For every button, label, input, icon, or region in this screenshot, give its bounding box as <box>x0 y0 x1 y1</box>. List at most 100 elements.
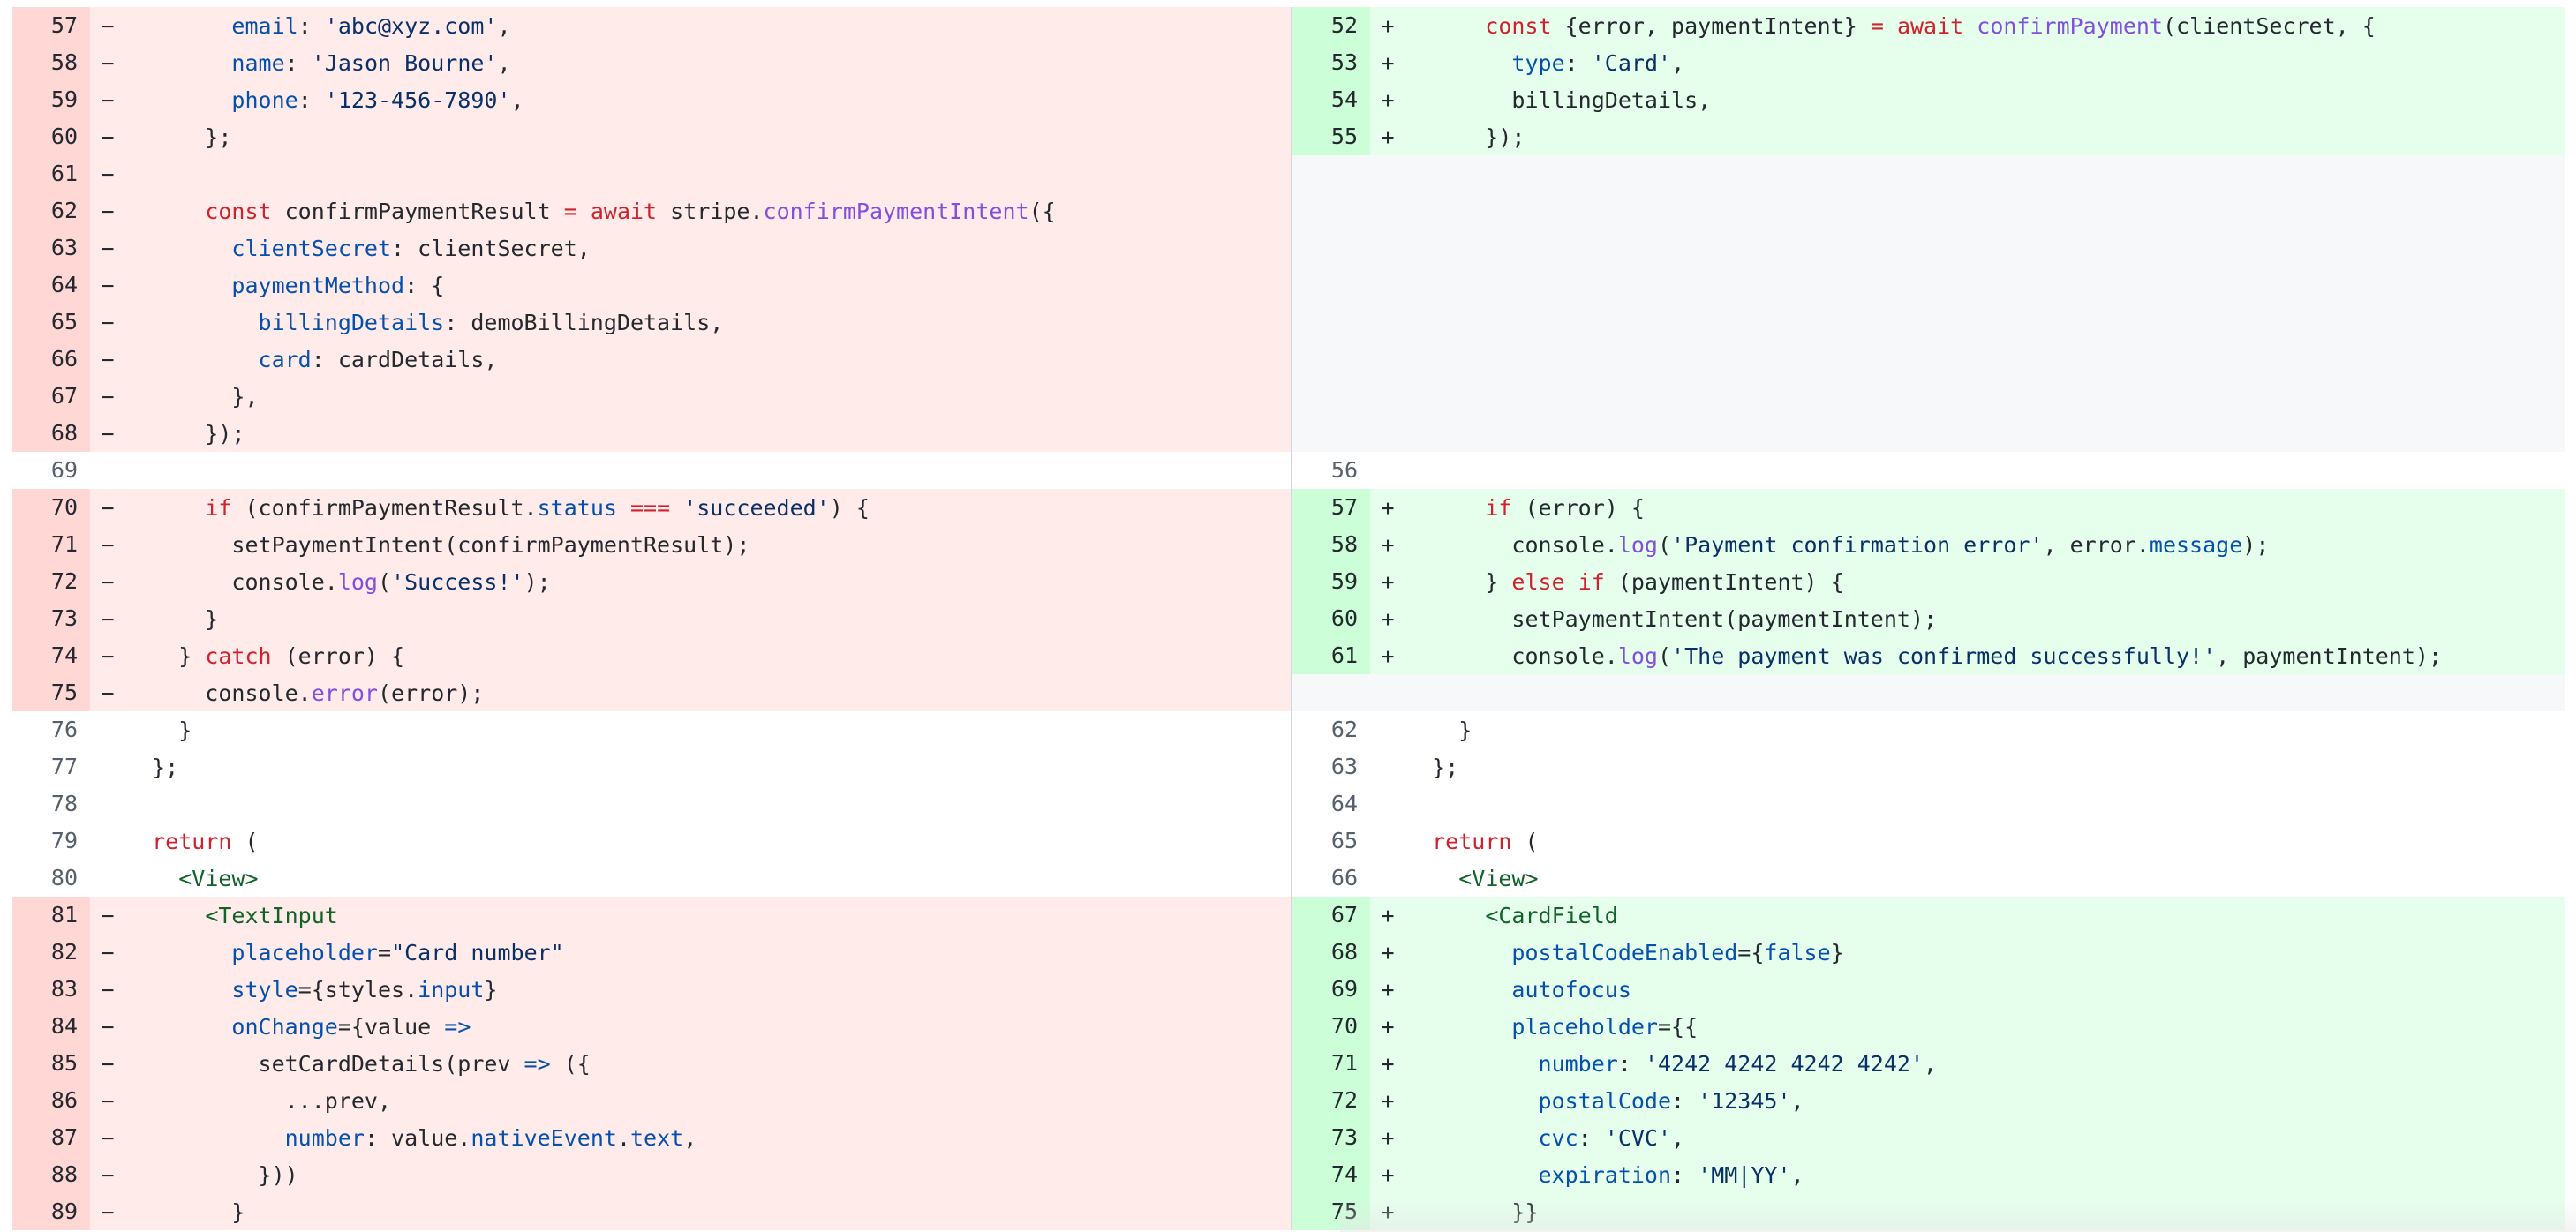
code-token: ); <box>523 568 551 595</box>
line-number[interactable]: 68 <box>12 415 90 452</box>
line-number[interactable]: 68 <box>1292 934 1370 971</box>
line-number[interactable]: 71 <box>12 526 90 563</box>
line-number[interactable]: 53 <box>1292 44 1370 81</box>
line-number[interactable]: 59 <box>12 81 90 118</box>
code-token: name <box>231 49 285 76</box>
addition-marker: + <box>1381 1198 1395 1225</box>
line-number[interactable]: 60 <box>1292 600 1370 637</box>
line-number[interactable]: 61 <box>12 155 90 192</box>
line-number[interactable]: 67 <box>1292 897 1370 934</box>
line-number[interactable]: 52 <box>1292 7 1370 44</box>
code-token: paymentMethod <box>231 272 405 298</box>
code-text: if (confirmPaymentResult.status === 'suc… <box>125 495 1291 521</box>
line-number[interactable]: 80 <box>12 860 90 897</box>
code-token: confirmPayment <box>1977 12 2163 39</box>
line-number[interactable]: 88 <box>12 1156 90 1193</box>
code-cell: } <box>90 711 1291 748</box>
code-text: number: value.nativeEvent.text, <box>125 1125 1291 1151</box>
line-number[interactable]: 79 <box>12 823 90 860</box>
code-cell: + postalCode: '12345', <box>1370 1082 2565 1119</box>
line-number[interactable]: 89 <box>12 1193 90 1230</box>
code-token: console. <box>125 680 312 706</box>
line-number[interactable]: 66 <box>12 341 90 378</box>
line-number[interactable]: 72 <box>1292 1082 1370 1119</box>
line-number[interactable]: 72 <box>12 563 90 600</box>
line-number[interactable]: 74 <box>12 637 90 674</box>
code-token: await <box>590 198 658 224</box>
line-number[interactable]: 77 <box>12 748 90 785</box>
code-text: const confirmPaymentResult = await strip… <box>125 199 1291 224</box>
line-number[interactable]: 59 <box>1292 563 1370 600</box>
line-number[interactable]: 62 <box>12 192 90 229</box>
addition-marker: + <box>1381 49 1395 76</box>
code-token: (confirmPaymentResult. <box>231 494 538 521</box>
deletion-marker: − <box>101 642 115 669</box>
line-number[interactable]: 64 <box>12 267 90 304</box>
code-token: console. <box>1405 642 1618 669</box>
diff-line-empty <box>1292 267 2565 304</box>
line-number[interactable]: 84 <box>12 1008 90 1045</box>
line-number[interactable]: 61 <box>1292 637 1370 674</box>
code-cell: − card: cardDetails, <box>90 341 1291 378</box>
line-number[interactable]: 69 <box>12 452 90 489</box>
line-number[interactable]: 73 <box>12 600 90 637</box>
code-token: text <box>630 1124 684 1151</box>
line-number[interactable]: 55 <box>1292 118 1370 155</box>
line-number[interactable]: 73 <box>1292 1119 1370 1156</box>
line-number[interactable]: 71 <box>1292 1045 1370 1082</box>
deletion-marker: − <box>101 272 115 298</box>
line-number[interactable]: 78 <box>12 785 90 823</box>
diff-line-del: 86− ...prev, <box>12 1082 1291 1119</box>
diff-line-add: 70 + placeholder={{ <box>1292 1008 2565 1045</box>
line-number[interactable]: 81 <box>12 897 90 934</box>
line-number[interactable]: 86 <box>12 1082 90 1119</box>
code-token: } <box>125 605 219 632</box>
line-number[interactable]: 82 <box>12 934 90 971</box>
code-token: : demoBillingDetails, <box>444 309 724 335</box>
code-cell: + }); <box>1370 118 2565 155</box>
line-number[interactable]: 63 <box>1292 748 1370 785</box>
line-number[interactable]: 66 <box>1292 860 1370 897</box>
line-number[interactable]: 70 <box>12 489 90 526</box>
line-number[interactable]: 54 <box>1292 81 1370 118</box>
line-number[interactable]: 67 <box>12 378 90 415</box>
line-number[interactable]: 85 <box>12 1045 90 1082</box>
code-token: log <box>337 568 378 595</box>
code-token: }); <box>1405 124 1525 150</box>
line-number[interactable]: 62 <box>1292 711 1370 748</box>
code-text: return ( <box>1405 829 2565 854</box>
line-number[interactable]: 76 <box>12 711 90 748</box>
diff-line-add: 72 + postalCode: '12345', <box>1292 1082 2565 1119</box>
code-token: ({ <box>550 1050 591 1077</box>
code-text: } <box>125 606 1291 632</box>
line-number[interactable]: 65 <box>1292 823 1370 860</box>
line-number[interactable]: 74 <box>1292 1156 1370 1193</box>
line-number[interactable]: 60 <box>12 118 90 155</box>
line-number[interactable]: 58 <box>12 44 90 81</box>
line-number[interactable]: 58 <box>1292 526 1370 563</box>
line-number[interactable]: 57 <box>12 7 90 44</box>
code-text: }, <box>125 384 1291 409</box>
line-number[interactable]: 87 <box>12 1119 90 1156</box>
code-cell: − <box>90 155 1291 192</box>
deletion-marker: − <box>101 1161 115 1188</box>
code-token: setPaymentIntent(paymentIntent); <box>1405 605 1938 632</box>
line-number[interactable]: 63 <box>12 229 90 267</box>
line-number[interactable]: 57 <box>1292 489 1370 526</box>
line-number[interactable]: 69 <box>1292 971 1370 1008</box>
code-token: (error); <box>377 680 485 706</box>
line-number[interactable]: 56 <box>1292 452 1370 489</box>
line-number[interactable]: 75 <box>12 674 90 711</box>
code-text: expiration: 'MM|YY', <box>1405 1162 2565 1188</box>
code-token: : <box>1617 1050 1645 1077</box>
code-token: console. <box>1405 531 1618 558</box>
code-token: stripe. <box>657 198 764 224</box>
line-number[interactable]: 83 <box>12 971 90 1008</box>
line-number[interactable]: 70 <box>1292 1008 1370 1045</box>
code-token: const <box>205 198 272 224</box>
line-number[interactable]: 75 <box>1292 1193 1370 1230</box>
code-token: const <box>1485 12 1552 39</box>
line-number[interactable]: 64 <box>1292 785 1370 823</box>
line-number[interactable]: 65 <box>12 304 90 341</box>
